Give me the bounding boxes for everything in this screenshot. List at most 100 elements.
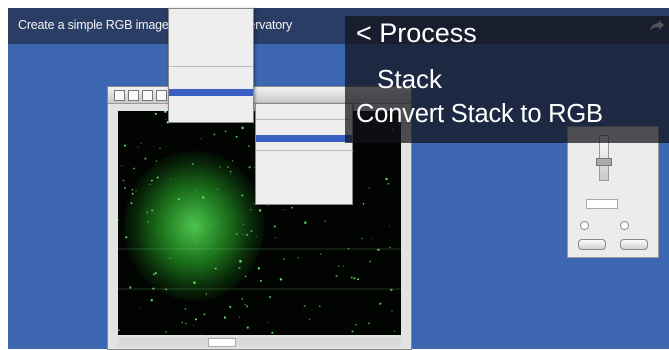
star-dot [195,318,197,321]
menu-separator [256,119,352,120]
star-dot [239,259,242,263]
tool-icon[interactable] [142,90,153,101]
star-dot [193,324,194,326]
star-dot [256,236,258,238]
star-dot [379,302,382,305]
star-dot [181,321,184,324]
star-dot [368,322,370,325]
star-dot [368,187,371,189]
star-dot [230,174,231,175]
star-dot [357,278,360,281]
star-dot [215,251,217,253]
tool-icon[interactable] [114,90,125,101]
star-dot [291,206,293,209]
menu-item[interactable] [169,75,253,82]
overlay-text-convert: Convert Stack to RGB [356,100,603,128]
menu-separator [256,150,352,151]
star-dot [181,236,184,239]
menu-item[interactable] [169,16,253,23]
star-dot [229,170,232,173]
star-dot [245,275,247,278]
panel-button[interactable] [620,239,648,250]
submenu-item[interactable] [256,142,352,149]
menu-item[interactable] [169,37,253,44]
menu-item[interactable] [169,68,253,75]
star-dot [125,236,128,239]
submenu-item[interactable] [256,121,352,128]
frame-field[interactable] [208,338,236,347]
menu-item-stacks[interactable] [169,89,253,96]
star-dot [191,162,194,166]
star-dot [241,126,244,130]
panel-button[interactable] [578,239,606,250]
star-dot [170,178,172,180]
menu-separator [169,66,253,67]
image-menu-dropdown[interactable] [168,8,254,123]
star-dot [219,166,221,168]
star-dot [169,257,171,259]
star-dot [165,118,167,120]
star-dot [144,157,147,160]
value-field[interactable] [586,199,618,209]
menu-item[interactable] [169,30,253,37]
submenu-item[interactable] [256,159,352,166]
star-dot [203,313,206,316]
star-dot [213,133,216,136]
submenu-item[interactable] [256,166,352,173]
star-dot [244,303,247,306]
star-dot [152,273,156,276]
menu-item[interactable] [169,9,253,16]
radio-button[interactable] [580,221,589,230]
star-dot [135,190,137,192]
star-dot [242,233,244,235]
tool-icon[interactable] [128,90,139,101]
submenu-item[interactable] [256,111,352,118]
star-dot [131,192,134,195]
submenu-item[interactable] [256,152,352,159]
star-dot [324,220,326,222]
menu-item[interactable] [169,51,253,58]
star-dot [319,305,321,308]
star-dot [147,221,150,223]
star-dot [227,166,229,168]
star-dot [164,111,167,113]
star-dot [309,318,311,320]
star-dot [252,203,254,205]
star-dot [151,179,153,182]
star-dot [195,189,197,191]
star-dot [259,279,262,282]
star-dot [338,265,340,267]
submenu-item[interactable] [256,128,352,135]
stacks-submenu[interactable] [255,103,353,205]
star-dot [139,307,141,309]
star-dot [235,233,238,236]
submenu-item-convert-stack-to-rgb[interactable] [256,135,352,142]
tool-icon[interactable] [156,90,167,101]
star-dot [245,233,249,237]
star-dot [195,241,197,243]
star-dot [210,224,212,226]
menu-item[interactable] [169,58,253,65]
star-dot [241,297,244,300]
star-dot [385,177,388,181]
star-dot [257,267,260,270]
star-dot [241,194,244,197]
star-dot [250,229,253,233]
star-dot [231,160,234,162]
star-dot [248,145,250,147]
slider-thumb[interactable] [596,158,612,166]
star-dot [131,189,134,191]
image-status-bar [118,337,401,347]
star-dot [124,187,126,190]
star-dot [271,331,274,334]
star-dot [193,281,196,284]
star-dot [229,305,232,308]
menu-item[interactable] [169,44,253,51]
star-dot [246,305,249,308]
radio-button[interactable] [620,221,629,230]
submenu-item[interactable] [256,104,352,111]
menu-item[interactable] [169,23,253,30]
overlay-text-stack: Stack [377,64,443,94]
star-dot [246,326,249,329]
menu-item[interactable] [169,82,253,89]
